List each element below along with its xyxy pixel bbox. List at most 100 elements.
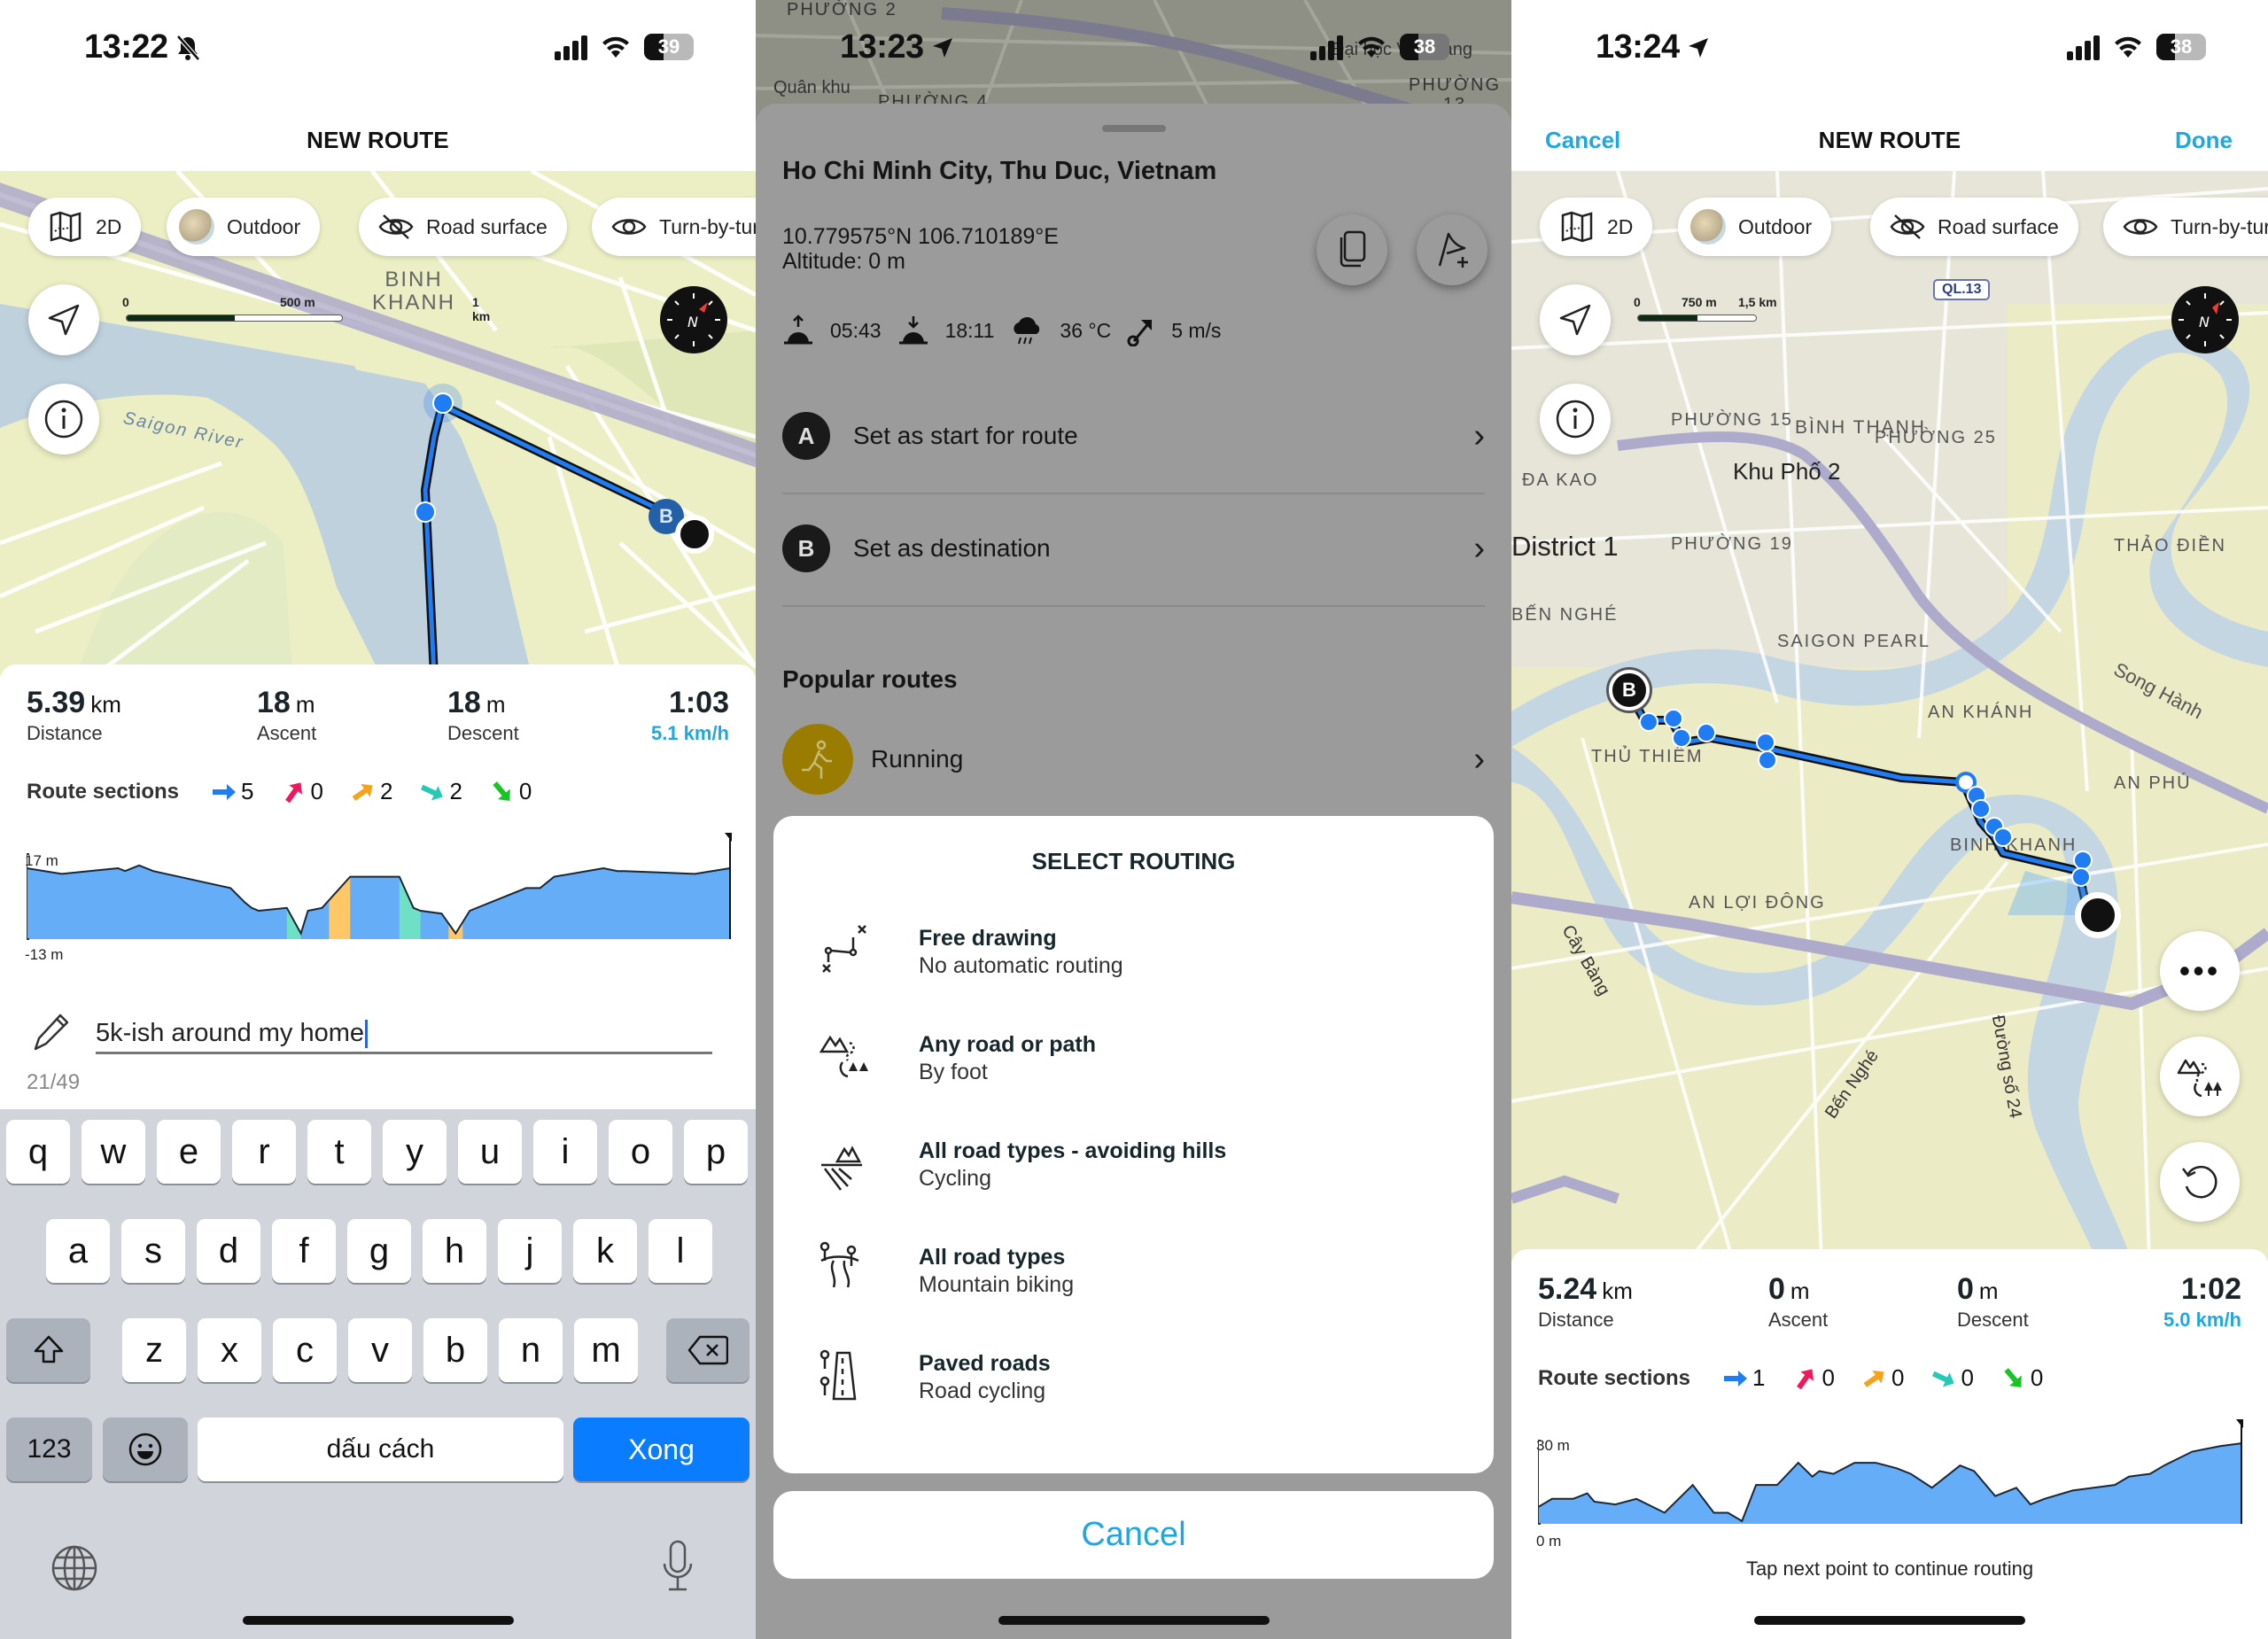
chevron-right-icon: › (1473, 416, 1485, 454)
routing-option-subtitle: By foot (919, 1060, 988, 1084)
stat-descent: 18 m Descent (447, 686, 519, 744)
microphone-icon (663, 1540, 693, 1591)
key-k[interactable]: k (573, 1219, 637, 1283)
route-section-up: 2 (350, 778, 392, 805)
routing-option-0[interactable]: Free drawing No automatic routing (818, 920, 1123, 984)
elevation-min-label: 0 m (1536, 1533, 1562, 1550)
battery-level: 39 (657, 35, 680, 58)
cancel-button[interactable]: Cancel (1545, 127, 1620, 154)
home-indicator[interactable] (242, 1616, 514, 1625)
route-section-count: 0 (518, 778, 532, 804)
key-e[interactable]: e (157, 1120, 221, 1184)
map-label: Quân khu (773, 78, 850, 97)
key-r[interactable]: r (232, 1120, 296, 1184)
set-destination-button[interactable]: B Set as destination › (782, 517, 1485, 579)
routing-option-2[interactable]: All road types - avoiding hills Cycling (818, 1133, 1226, 1197)
key-q[interactable]: q (6, 1120, 70, 1184)
bell-muted-icon (175, 34, 200, 61)
battery-icon: 39 (644, 34, 694, 60)
map-view[interactable]: 2D Outdoor Road surface Turn-by-turn 0 5… (0, 171, 756, 676)
location-arrow-icon (932, 37, 952, 58)
routing-option-title: Any road or path (919, 1032, 1097, 1057)
key-v[interactable]: v (348, 1318, 412, 1382)
route-name-value: 5k-ish around my home (96, 1019, 365, 1047)
route-section-down: 0 (1930, 1364, 1974, 1392)
key-x[interactable]: x (198, 1318, 261, 1382)
current-location-marker (2075, 892, 2121, 938)
battery-level: 38 (2170, 35, 2193, 58)
route-name-input[interactable]: 5k-ish around my home (96, 1015, 712, 1054)
key-m[interactable]: m (574, 1318, 638, 1382)
key-t[interactable]: t (307, 1120, 371, 1184)
emoji-key[interactable] (103, 1418, 188, 1481)
shift-key[interactable] (6, 1318, 90, 1382)
routing-option-4[interactable]: Paved roads Road cycling (818, 1346, 1051, 1410)
key-a[interactable]: a (46, 1219, 110, 1283)
sunrise-time: 05:43 (830, 318, 882, 342)
key-c[interactable]: c (273, 1318, 337, 1382)
popular-route-running[interactable]: Running › (782, 724, 1485, 795)
elevation-cursor-handle[interactable] (2236, 1419, 2243, 1428)
route-end-marker-b[interactable]: B (1609, 670, 1650, 711)
key-n[interactable]: n (499, 1318, 563, 1382)
key-u[interactable]: u (458, 1120, 522, 1184)
globe-key[interactable] (50, 1543, 99, 1597)
route-sections: Route sections 5 0 2 2 0 (27, 778, 558, 805)
arrow-steep-up-icon (1796, 1368, 1814, 1389)
map-view[interactable]: 2D Outdoor Road surface Turn-by-turn 0 7… (1511, 171, 2268, 1261)
hills-road-icon (818, 1133, 882, 1197)
status-time: 13:22 (84, 28, 200, 66)
key-y[interactable]: y (383, 1120, 447, 1184)
done-button[interactable]: Done (2175, 127, 2233, 154)
key-p[interactable]: p (684, 1120, 748, 1184)
stat-duration: 1:02 5.0 km/h (2163, 1272, 2241, 1331)
key-f[interactable]: f (272, 1219, 336, 1283)
home-indicator[interactable] (998, 1616, 1270, 1625)
stat-descent: 0m Descent (1957, 1272, 2029, 1331)
sheet-grabber[interactable] (1101, 125, 1166, 132)
arrow-flat-icon (213, 783, 237, 800)
popular-route-label: Running (871, 745, 964, 773)
pencil-icon (28, 1010, 73, 1059)
arrow-flat-icon (1724, 1370, 1748, 1387)
done-key[interactable]: Xong (573, 1418, 750, 1481)
key-s[interactable]: s (121, 1219, 185, 1283)
space-key[interactable]: dấu cách (198, 1418, 563, 1481)
key-i[interactable]: i (533, 1120, 597, 1184)
add-poi-button[interactable] (1417, 214, 1487, 285)
key-w[interactable]: w (82, 1120, 145, 1184)
arrow-steep-down-icon (2004, 1367, 2022, 1387)
dictation-key[interactable] (660, 1539, 695, 1598)
key-j[interactable]: j (498, 1219, 562, 1283)
undo-button[interactable] (2160, 1142, 2240, 1222)
select-routing-dialog: SELECT ROUTING Free drawing No automatic … (773, 816, 1494, 1473)
key-b[interactable]: b (423, 1318, 487, 1382)
key-o[interactable]: o (609, 1120, 672, 1184)
key-g[interactable]: g (347, 1219, 411, 1283)
elevation-chart[interactable] (27, 833, 735, 948)
more-options-button[interactable]: ••• (2160, 931, 2240, 1011)
key-z[interactable]: z (122, 1318, 186, 1382)
routing-option-3[interactable]: All road types Mountain biking (818, 1239, 1074, 1303)
key-h[interactable]: h (423, 1219, 486, 1283)
backspace-key[interactable] (666, 1318, 750, 1382)
keyboard: q w e r t y u i o p a s d f g h j k l z x c v b n m 123 dấu cách Xon… (0, 1109, 756, 1639)
sunset-icon (898, 316, 928, 345)
key-l[interactable]: l (649, 1219, 712, 1283)
chevron-right-icon: › (1473, 529, 1485, 567)
key-d[interactable]: d (197, 1219, 260, 1283)
copy-coordinates-button[interactable] (1317, 214, 1387, 285)
action-label: Set as start for route (853, 422, 1078, 449)
cancel-button[interactable]: Cancel (773, 1491, 1494, 1579)
elevation-chart[interactable] (1538, 1419, 2247, 1533)
paved-road-icon (818, 1346, 882, 1410)
panel-new-route-map: 13:24 38 Cancel NEW ROUTE Done 2D Outdoo… (1511, 0, 2268, 1639)
numbers-key[interactable]: 123 (6, 1418, 92, 1481)
routing-option-1[interactable]: Any road or path By foot (818, 1027, 1096, 1091)
routing-option-title: All road types - avoiding hills (919, 1138, 1227, 1163)
routing-mode-button[interactable] (2160, 1037, 2240, 1116)
set-start-button[interactable]: A Set as start for route › (782, 405, 1485, 467)
coordinates: 10.779575°N 106.710189°E (782, 224, 1059, 249)
wind-speed: 5 m/s (1171, 318, 1222, 342)
home-indicator[interactable] (1754, 1616, 2025, 1625)
